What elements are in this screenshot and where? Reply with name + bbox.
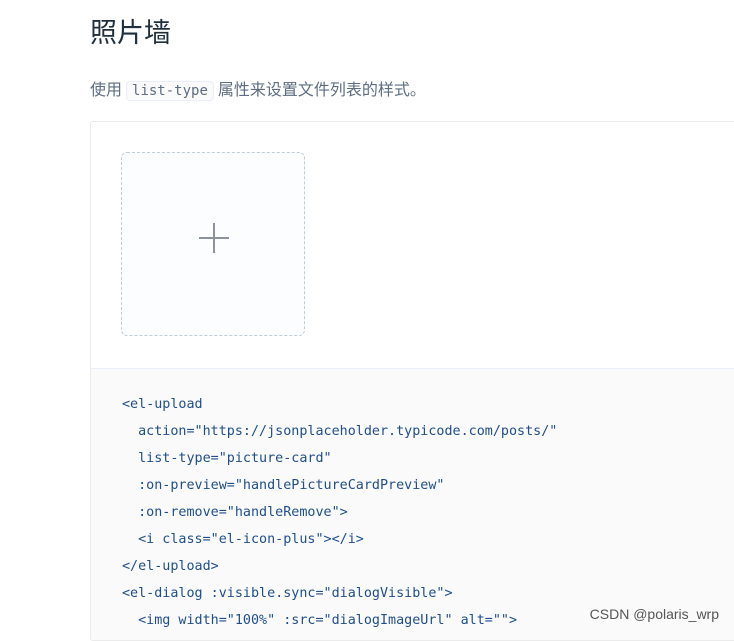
- desc-text-after: 属性来设置文件列表的样式。: [217, 80, 426, 99]
- code-panel: <el-upload action="https://jsonplacehold…: [91, 368, 734, 640]
- code-line: :on-preview="handlePictureCardPreview": [122, 478, 445, 493]
- code-line: action="https://jsonplaceholder.typicode…: [122, 424, 558, 439]
- code-block: <el-upload action="https://jsonplacehold…: [122, 391, 557, 634]
- upload-picture-card[interactable]: [121, 152, 305, 336]
- code-line: <el-upload: [122, 397, 203, 412]
- desc-text-before: 使用: [90, 80, 123, 99]
- desc-inline-code: list-type: [126, 81, 214, 101]
- code-line: <img width="100%" :src="dialogImageUrl" …: [122, 613, 518, 628]
- code-line: :on-remove="handleRemove">: [122, 505, 348, 520]
- plus-icon: [199, 223, 229, 253]
- code-line: </el-upload>: [122, 559, 219, 574]
- code-line: list-type="picture-card": [122, 451, 332, 466]
- section-title: 照片墙: [90, 18, 171, 49]
- code-line: <i class="el-icon-plus"></i>: [122, 532, 364, 547]
- watermark: CSDN @polaris_wrp: [589, 606, 719, 622]
- demo-source: [91, 122, 734, 368]
- section-description: 使用 list-type 属性来设置文件列表的样式。: [90, 76, 426, 105]
- demo-block: <el-upload action="https://jsonplacehold…: [90, 121, 734, 641]
- code-line: <el-dialog :visible.sync="dialogVisible"…: [122, 586, 453, 601]
